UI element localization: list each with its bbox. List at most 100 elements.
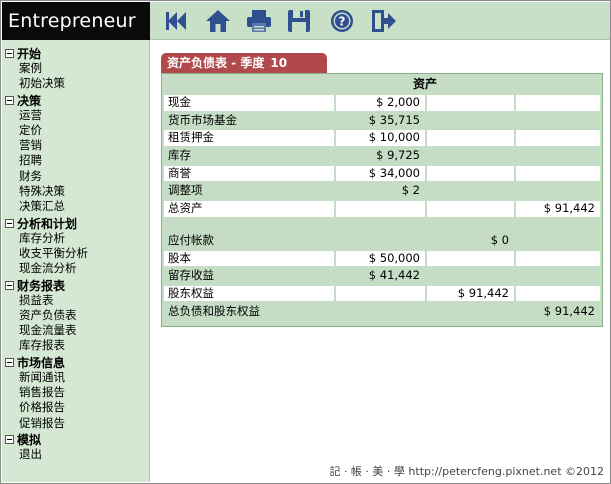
- sidebar-item[interactable]: 运营: [2, 108, 149, 123]
- value-cell: $ 41,442: [368, 268, 420, 283]
- tab-balance-sheet[interactable]: 资产负债表 - 季度 10: [161, 53, 327, 73]
- table-row: 商誉 $ 34,000: [164, 165, 600, 183]
- row-label: 应付帐款: [168, 232, 214, 247]
- total-cell: $ 91,442: [543, 303, 595, 318]
- value-cell: $ 35,715: [368, 112, 420, 127]
- sidebar-item[interactable]: 现金流量表: [2, 323, 149, 338]
- row-label: 现金: [164, 95, 334, 111]
- table-row: 股本 $ 50,000: [164, 250, 600, 268]
- row-label: 租赁押金: [164, 130, 334, 146]
- value-cell: $ 10,000: [336, 130, 425, 146]
- sidebar-item[interactable]: 收支平衡分析: [2, 246, 149, 261]
- sidebar-item[interactable]: 库存分析: [2, 231, 149, 246]
- assets-header: 资产: [412, 77, 437, 91]
- sidebar-group-title: 市场信息: [17, 355, 66, 370]
- exit-icon[interactable]: [369, 7, 397, 35]
- sidebar-item[interactable]: 营销: [2, 138, 149, 153]
- table-row: 总负债和股东权益 $ 91,442: [164, 303, 600, 321]
- sidebar-group-header[interactable]: 决策: [2, 93, 149, 108]
- value-cell: [427, 165, 514, 182]
- table-row: 留存收益 $ 41,442: [164, 267, 600, 285]
- total-cell: [516, 95, 600, 111]
- sidebar-group-title: 决策: [17, 93, 42, 108]
- value-cell: [427, 268, 514, 284]
- tab-label: 资产负债表 - 季度: [167, 56, 265, 70]
- tab-quarter: 10: [270, 56, 288, 70]
- total-cell: [516, 233, 600, 249]
- value-cell: [427, 113, 514, 129]
- sidebar-group-header[interactable]: 市场信息: [2, 355, 149, 370]
- sidebar-item[interactable]: 价格报告: [2, 400, 149, 415]
- value-cell: [427, 148, 514, 164]
- help-icon[interactable]: ?: [328, 7, 356, 35]
- sidebar-group-header[interactable]: 财务报表: [2, 278, 149, 293]
- value-cell: [427, 201, 514, 217]
- sidebar-item[interactable]: 资产负债表: [2, 308, 149, 323]
- table-row: 应付帐款 $ 0: [164, 232, 600, 250]
- table-row: 总资产 $ 91,442: [164, 200, 600, 218]
- sidebar-item[interactable]: 销售报告: [2, 385, 149, 400]
- row-label: 留存收益: [168, 268, 214, 283]
- row-label: 总负债和股东权益: [168, 303, 260, 318]
- sidebar-group-header[interactable]: 开始: [2, 46, 149, 61]
- table-row: 现金 $ 2,000: [164, 94, 600, 112]
- row-label: 股本: [164, 250, 334, 266]
- main-content: 资产负债表 - 季度 10 资产 现金 $ 2,000 货币市场基金 $ 35,715 租…: [151, 41, 610, 482]
- value-cell: [336, 201, 425, 217]
- row-label: 调整项: [168, 183, 203, 198]
- table-row: 货币市场基金 $ 35,715: [164, 112, 600, 130]
- home-icon[interactable]: [204, 7, 232, 35]
- sidebar-item[interactable]: 库存报表: [2, 338, 149, 353]
- value-cell: [427, 95, 514, 111]
- app-window: Entrepreneur ? 开始 案例 初始决策 决策 运营 定价 营销 招聘…: [0, 0, 611, 484]
- sidebar-item[interactable]: 新闻通讯: [2, 370, 149, 385]
- watermark-text: 記 · 帳 · 美 · 學 http://petercfeng.pixnet.n…: [329, 465, 604, 478]
- save-icon[interactable]: [285, 7, 313, 35]
- sidebar-group: 分析和计划 库存分析 收支平衡分析 现金流分析: [2, 216, 149, 277]
- print-icon[interactable]: [245, 7, 273, 35]
- table-row: 租赁押金 $ 10,000: [164, 129, 600, 147]
- total-cell: [516, 148, 600, 164]
- sidebar-group-title: 开始: [17, 47, 42, 61]
- value-cell: $ 2: [401, 183, 420, 198]
- sidebar-item[interactable]: 特殊决策: [2, 184, 149, 199]
- value-cell: $ 0: [490, 232, 509, 247]
- app-brand: Entrepreneur: [2, 2, 150, 40]
- sidebar-item[interactable]: 定价: [2, 123, 149, 138]
- value-cell: [336, 304, 425, 320]
- table-row: 股东权益 $ 91,442: [164, 285, 600, 303]
- sidebar-item[interactable]: 促销报告: [2, 416, 149, 431]
- sidebar-item[interactable]: 初始决策: [2, 76, 149, 91]
- sidebar-item[interactable]: 退出: [2, 447, 149, 462]
- sidebar-item[interactable]: 决策汇总: [2, 199, 149, 214]
- collapse-icon[interactable]: [5, 280, 14, 290]
- sidebar-nav: 开始 案例 初始决策决策 运营 定价 营销 招聘 财务 特殊决策 决策汇总分析和计划 库存分析 收支平…: [2, 40, 150, 482]
- back-icon[interactable]: [164, 7, 192, 35]
- value-cell: [427, 130, 514, 146]
- table-row: 调整项 $ 2: [164, 182, 600, 200]
- sidebar-item[interactable]: 案例: [2, 61, 149, 76]
- sidebar-group: 财务报表 损益表 资产负债表 现金流量表 库存报表: [2, 278, 149, 354]
- table-header-row: 资产: [164, 76, 600, 94]
- collapse-icon[interactable]: [5, 49, 14, 58]
- collapse-icon[interactable]: [5, 95, 14, 105]
- value-cell: $ 50,000: [336, 250, 425, 266]
- sidebar-item[interactable]: 财务: [2, 169, 149, 184]
- sidebar-group-header[interactable]: 分析和计划: [2, 216, 149, 231]
- total-cell: [516, 250, 600, 266]
- toolbar: ?: [150, 2, 610, 40]
- sidebar-item[interactable]: 招聘: [2, 153, 149, 168]
- sidebar-group-header[interactable]: 模拟: [2, 432, 149, 447]
- sidebar-item[interactable]: 损益表: [2, 293, 149, 308]
- value-cell: $ 9,725: [376, 148, 420, 163]
- collapse-icon[interactable]: [5, 357, 14, 367]
- collapse-icon[interactable]: [5, 434, 14, 444]
- collapse-icon[interactable]: [5, 218, 14, 228]
- sidebar-group-title: 模拟: [17, 432, 42, 447]
- value-cell: [427, 304, 514, 320]
- sidebar-item[interactable]: 现金流分析: [2, 261, 149, 276]
- total-cell: $ 91,442: [516, 201, 600, 217]
- value-cell: [336, 233, 425, 249]
- row-label: 总资产: [164, 201, 334, 217]
